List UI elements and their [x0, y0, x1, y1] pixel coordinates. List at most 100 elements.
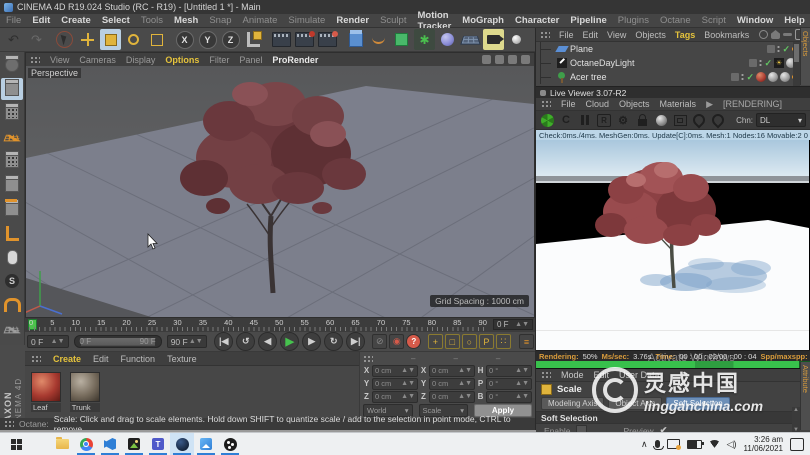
edit-toggle-icon[interactable] — [731, 73, 740, 81]
object-row-plane[interactable]: Plane ✓ — [536, 42, 810, 56]
lv-menu-cloud[interactable]: Cloud — [586, 99, 610, 109]
soft-selection-button[interactable]: Soft Selection — [666, 397, 730, 410]
tray-chevron-icon[interactable]: ∧ — [641, 439, 648, 450]
animation-options-icon[interactable]: ≡ — [518, 334, 534, 349]
at-menu-mode[interactable]: Mode — [561, 370, 584, 380]
undo-icon[interactable]: ↶ — [3, 29, 24, 50]
modeling-axis-button[interactable]: Modeling Axis — [541, 397, 605, 410]
action-center-button[interactable] — [790, 437, 804, 451]
live-viewer-titlebar[interactable]: Live Viewer 3.07-R2 — [536, 86, 810, 98]
render-view-icon[interactable] — [271, 29, 292, 50]
pos-y-field[interactable]: 0 cm ▲▼ — [372, 377, 418, 390]
menu-octane[interactable]: Octane — [660, 15, 691, 26]
render-picture-viewer-icon[interactable] — [294, 29, 315, 50]
channel-dropdown[interactable]: DL ▾ — [756, 113, 806, 127]
panel-menu-icon[interactable] — [31, 354, 41, 363]
tray-battery-icon[interactable] — [686, 439, 704, 449]
at-menu-userdata[interactable]: User Data — [619, 370, 660, 380]
visibility-dots-icon[interactable] — [741, 73, 745, 81]
record-position-toggle[interactable]: + — [427, 334, 443, 349]
generators-icon[interactable]: ✱ — [414, 29, 435, 50]
lock-resolution-icon[interactable] — [635, 113, 649, 127]
record-pla-toggle[interactable]: ∷ — [495, 334, 511, 349]
redo-icon[interactable]: ↷ — [26, 29, 47, 50]
taskbar-photos-icon[interactable] — [194, 433, 218, 455]
spline-pen-icon[interactable] — [368, 29, 389, 50]
vp-menu-display[interactable]: Display — [126, 55, 156, 65]
panel-menu-icon[interactable] — [541, 100, 551, 108]
y-axis-lock-button[interactable]: Y — [197, 29, 218, 50]
visibility-dots-icon[interactable] — [759, 59, 763, 67]
vp-menu-prorender[interactable]: ProRender — [272, 55, 318, 65]
add-cube-icon[interactable] — [345, 29, 366, 50]
taskbar-media-app-icon[interactable] — [122, 433, 146, 455]
menu-mograph[interactable]: MoGraph — [462, 15, 504, 26]
attribute-tab[interactable]: Attribute — [801, 365, 810, 393]
edit-toggle-icon[interactable] — [749, 59, 758, 67]
menu-pipeline[interactable]: Pipeline — [570, 15, 606, 26]
octane-render-view[interactable] — [536, 140, 810, 350]
menu-create[interactable]: Create — [61, 15, 91, 26]
vp-menu-view[interactable]: View — [50, 55, 69, 65]
menu-sculpt[interactable]: Sculpt — [380, 15, 406, 26]
subdivision-surface-icon[interactable] — [391, 29, 412, 50]
frame-range-slider[interactable]: 0 F 90 F — [73, 335, 162, 348]
taskbar-obs-icon[interactable] — [218, 433, 242, 455]
size-x-field[interactable]: 0 cm ▲▼ — [429, 364, 475, 377]
material-trunk-preview[interactable] — [69, 372, 100, 402]
record-rotation-toggle[interactable]: ○ — [461, 334, 477, 349]
enabled-check-icon[interactable]: ✓ — [782, 44, 790, 55]
autokey-button[interactable]: ? — [406, 334, 422, 349]
end-frame-field[interactable]: 90 F ▲▼ — [166, 335, 207, 348]
vp-menu-cameras[interactable]: Cameras — [79, 55, 116, 65]
view-toggle-icon[interactable] — [521, 55, 530, 64]
scale-tool-icon[interactable] — [100, 29, 121, 50]
rot-p-field[interactable]: 0 ° ▲▼ — [486, 377, 532, 390]
taskbar-file-explorer-icon[interactable] — [50, 433, 74, 455]
search-icon[interactable] — [759, 30, 768, 39]
panel-menu-icon[interactable] — [541, 371, 551, 379]
object-name[interactable]: Acer tree — [570, 72, 607, 82]
vp-menu-panel[interactable]: Panel — [239, 55, 262, 65]
menu-render[interactable]: Render — [336, 15, 369, 26]
om-menu-edit[interactable]: Edit — [583, 30, 599, 40]
perspective-viewport[interactable]: View Cameras Display Options Filter Pane… — [25, 52, 535, 318]
current-frame-field[interactable]: 0 F ▲▼ — [27, 335, 69, 348]
view-pan-icon[interactable] — [482, 55, 491, 64]
deformers-icon[interactable] — [437, 29, 458, 50]
material-leaf-preview[interactable] — [31, 372, 61, 402]
z-axis-lock-button[interactable]: Z — [220, 29, 241, 50]
menu-select[interactable]: Select — [102, 15, 130, 26]
pos-x-field[interactable]: 0 cm ▲▼ — [372, 364, 418, 377]
size-z-field[interactable]: 0 cm ▲▼ — [429, 390, 475, 403]
taskbar-teams-icon[interactable]: T — [146, 433, 170, 455]
points-mode-icon[interactable] — [1, 150, 23, 172]
render-settings-icon[interactable] — [317, 29, 338, 50]
minus-icon[interactable] — [783, 33, 792, 36]
timeline-ruler[interactable]: 0 5 10 15 20 25 30 35 40 45 50 55 60 65 70 75 80 85 90 0 F… — [25, 318, 535, 333]
polygons-mode-icon[interactable] — [1, 198, 23, 220]
object-axis-button[interactable]: Object Axis — [608, 397, 663, 410]
tray-network-icon[interactable] — [708, 440, 720, 448]
workplane-mode-icon[interactable] — [1, 126, 23, 148]
light-icon[interactable] — [506, 29, 527, 50]
mat-menu-texture[interactable]: Texture — [167, 354, 197, 364]
lv-menu-materials[interactable]: Materials — [660, 99, 697, 109]
panel-menu-icon[interactable] — [540, 30, 550, 39]
taskbar-chrome-icon[interactable] — [74, 433, 98, 455]
panel-menu-icon[interactable] — [30, 55, 40, 64]
panel-menu-icon[interactable] — [363, 354, 373, 363]
om-menu-view[interactable]: View — [607, 30, 626, 40]
visibility-dots-icon[interactable] — [777, 45, 781, 53]
tray-mic-icon[interactable] — [652, 440, 664, 450]
goto-end-button[interactable]: ▶| — [346, 332, 366, 351]
live-selection-icon[interactable] — [54, 29, 75, 50]
settings-gear-icon[interactable]: ⚙ — [616, 113, 630, 127]
taskbar-start-button[interactable] — [4, 433, 28, 455]
vp-menu-options[interactable]: Options — [165, 55, 199, 65]
object-name[interactable]: Plane — [570, 44, 593, 54]
tray-display-icon[interactable] — [666, 439, 681, 450]
lv-menu-file[interactable]: File — [561, 99, 576, 109]
viewport-solo-icon[interactable] — [1, 246, 23, 268]
object-name[interactable]: OctaneDayLight — [570, 58, 635, 68]
